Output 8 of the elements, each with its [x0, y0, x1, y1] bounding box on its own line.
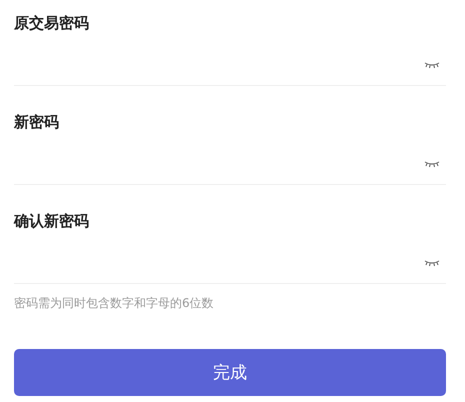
field-label: 确认新密码 [14, 211, 90, 231]
closed-eye-icon[interactable] [424, 160, 440, 168]
field-label: 原交易密码 [14, 13, 90, 33]
closed-eye-icon[interactable] [424, 259, 440, 267]
closed-eye-icon[interactable] [424, 61, 440, 69]
password-hint: 密码需为同时包含数字和字母的6位数 [14, 295, 215, 311]
submit-button[interactable]: 完成 [14, 349, 446, 396]
field-label: 新密码 [14, 112, 60, 132]
